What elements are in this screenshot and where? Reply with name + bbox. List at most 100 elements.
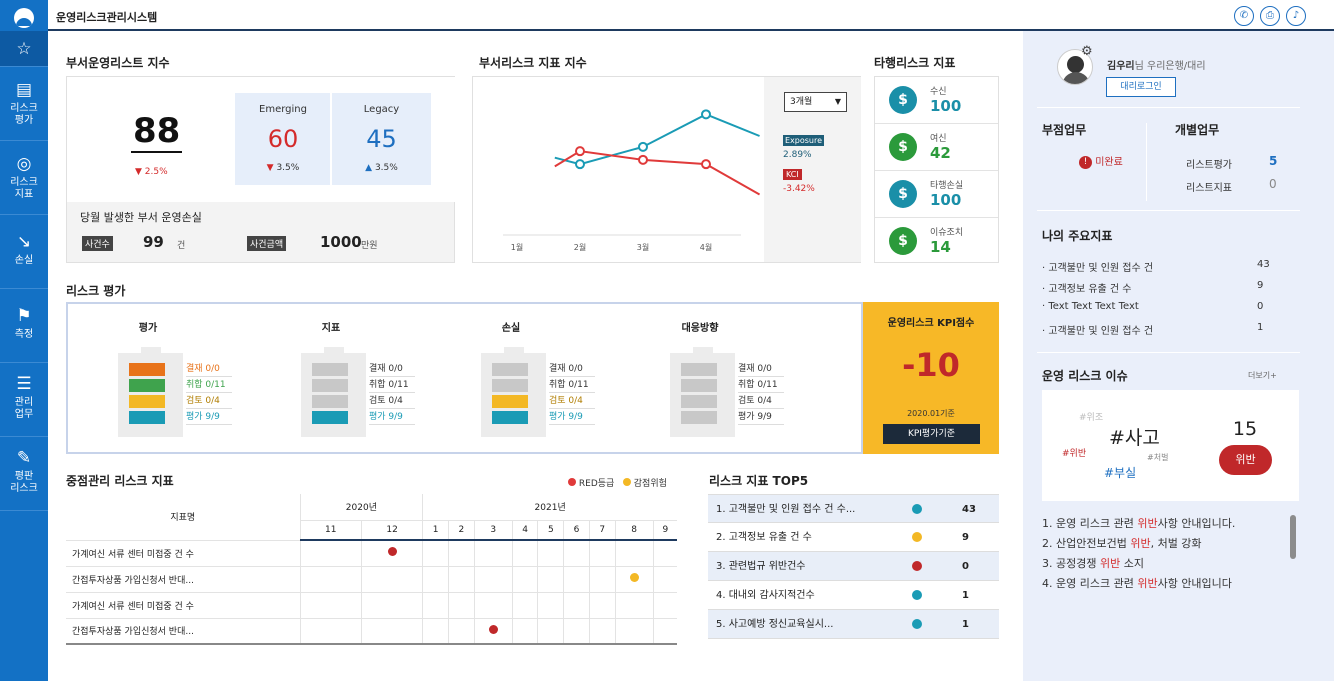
heatmap-cell bbox=[511, 539, 539, 567]
month-header: 1 bbox=[422, 519, 449, 541]
battery-segment bbox=[681, 395, 717, 408]
heatmap-cell bbox=[422, 617, 449, 645]
tag-violation[interactable]: #위반 bbox=[1062, 446, 1086, 459]
month-header: 2 bbox=[447, 519, 475, 541]
month-header: 3 bbox=[473, 519, 513, 541]
status-dot bbox=[912, 561, 922, 571]
tag-penalty[interactable]: #처벌 bbox=[1147, 452, 1168, 463]
issue-highlight: 위반 bbox=[1130, 537, 1151, 550]
other-risk-label: 타행손실 bbox=[930, 181, 964, 191]
heatmap-cell bbox=[614, 617, 654, 645]
focus-kri-title: 중점관리 리스크 지표 bbox=[66, 474, 174, 488]
logo[interactable] bbox=[14, 8, 34, 28]
top5-row[interactable]: 3. 관련법규 위반건수 0 bbox=[708, 552, 999, 581]
col-header: 지표명 bbox=[66, 494, 301, 541]
proxy-login-button[interactable]: 대리로그인 bbox=[1106, 77, 1176, 97]
my-kri-label[interactable]: · 고객불만 및 인원 접수 건 bbox=[1042, 322, 1153, 337]
red-grade-dot bbox=[568, 478, 576, 486]
sidebar-item-measure[interactable]: ⚑ 측정 bbox=[0, 290, 48, 363]
sidebar-item-mgmt[interactable]: ☰ 관리 업무 bbox=[0, 364, 48, 437]
sidebar-item-favorites[interactable]: ☆ bbox=[0, 31, 48, 67]
phone-icon[interactable]: ✆ bbox=[1234, 6, 1254, 26]
case-count-unit: 건 bbox=[177, 241, 186, 251]
top5-row[interactable]: 2. 고객정보 유출 건 수 9 bbox=[708, 523, 999, 552]
top5-name: 1. 고객불만 및 인원 접수 건 수... bbox=[716, 504, 856, 515]
data-point[interactable] bbox=[701, 109, 711, 120]
my-kri-label[interactable]: · 고객정보 유출 건 수 bbox=[1042, 280, 1132, 295]
other-risk-item[interactable]: $ 타행손실 100 bbox=[875, 171, 998, 218]
sidebar-item-risk-kri[interactable]: ◎ 리스크 지표 bbox=[0, 142, 48, 215]
focus-kri-table: 지표명 2020년 2021년 11 12 1 2 3 4 5 6 7 8 9 가계여신 서류 센터 미접중… bbox=[66, 494, 677, 645]
other-risk-value: 14 bbox=[930, 238, 951, 256]
issues-scrollbar[interactable] bbox=[1290, 515, 1296, 559]
issue-highlight: 위반 bbox=[1137, 577, 1158, 590]
kpi-criteria-button[interactable]: KPI평가기준 bbox=[883, 424, 980, 444]
data-point[interactable] bbox=[638, 154, 648, 165]
top5-row[interactable]: 1. 고객불만 및 인원 접수 건 수... 43 bbox=[708, 494, 999, 523]
issues-more-link[interactable]: 더보기+ bbox=[1248, 370, 1277, 381]
data-point[interactable] bbox=[575, 146, 585, 157]
print-icon[interactable]: ⎙ bbox=[1260, 6, 1280, 26]
top5-value: 9 bbox=[962, 532, 969, 543]
battery-segment bbox=[312, 363, 348, 376]
heatmap-cell bbox=[652, 565, 677, 593]
x-tick-label: 3월 bbox=[637, 242, 649, 252]
kpi-value: -10 bbox=[902, 346, 960, 384]
chevron-down-icon: ▼ bbox=[834, 97, 841, 106]
tag-insolvency[interactable]: #부실 bbox=[1104, 464, 1136, 481]
sidebar-item-risk-eval[interactable]: ▤ 리스크 평가 bbox=[0, 68, 48, 141]
personal-kri-label: 리스트지표 bbox=[1186, 183, 1232, 194]
dept-index-panel: 88 ▼ 2.5% Emerging 60 ▼ 3.5% Legacy 45 ▲… bbox=[66, 76, 455, 263]
tag-forgery[interactable]: #위조 bbox=[1079, 410, 1103, 423]
table-row[interactable]: 간접투자상품 가입신청서 반대... bbox=[66, 565, 677, 593]
heatmap-cell bbox=[588, 617, 616, 645]
gear-icon[interactable]: ⚙ bbox=[1081, 44, 1093, 59]
risk-eval-panel: 평가 결재 0/0 취합 0/11 검토 0/4 평가 9/9 지표 결재 0/0 취합 0/… bbox=[66, 302, 863, 454]
heatmap-cell bbox=[511, 591, 539, 619]
sidebar-item-loss[interactable]: ↘ 손실 bbox=[0, 216, 48, 289]
main-index-change: ▼ 2.5% bbox=[135, 167, 168, 177]
heatmap-cell bbox=[563, 539, 590, 567]
status-dot bbox=[912, 532, 922, 542]
other-risk-item[interactable]: $ 수신 100 bbox=[875, 77, 998, 124]
month-header: 5 bbox=[537, 519, 565, 541]
x-tick-label: 1월 bbox=[511, 242, 523, 252]
other-risk-item[interactable]: $ 여신 42 bbox=[875, 124, 998, 171]
data-point[interactable] bbox=[575, 159, 585, 170]
legacy-value: 45 bbox=[366, 125, 397, 153]
tag-accident[interactable]: #사고 bbox=[1109, 423, 1160, 450]
legend-exposure: Exposure bbox=[783, 135, 825, 146]
top5-row[interactable]: 4. 대내외 감사지적건수 1 bbox=[708, 581, 999, 610]
issue-item[interactable]: 1. 운영 리스크 관련 위반사항 안내입니다. bbox=[1042, 515, 1235, 531]
sidebar-item-reputation[interactable]: ✎ 평판 리스크 bbox=[0, 438, 48, 511]
top5-name: 2. 고객정보 유출 건 수 bbox=[716, 532, 812, 543]
my-kri-label[interactable]: · Text Text Text Text bbox=[1042, 301, 1139, 312]
top5-row[interactable]: 5. 사고예방 정신교육실시... 1 bbox=[708, 610, 999, 639]
table-row[interactable]: 간접투자상품 가입신청서 반대... bbox=[66, 617, 677, 645]
table-row[interactable]: 가계여신 서류 센터 미접중 건 수 bbox=[66, 539, 677, 567]
status-dot bbox=[912, 590, 922, 600]
case-count-label: 사건수 bbox=[82, 236, 113, 251]
star-list-icon: ☆ bbox=[16, 39, 32, 59]
emerging-label: Emerging bbox=[259, 104, 307, 115]
data-point[interactable] bbox=[701, 159, 711, 170]
issue-item[interactable]: 2. 산업안전보건법 위반, 처벌 강화 bbox=[1042, 535, 1202, 551]
heatmap-cell bbox=[299, 591, 362, 619]
my-kri-label[interactable]: · 고객불만 및 인원 접수 건 bbox=[1042, 259, 1153, 274]
battery-segment bbox=[312, 411, 348, 424]
period-select[interactable]: 3개월 ▼ bbox=[784, 92, 847, 112]
battery-segment bbox=[312, 379, 348, 392]
table-row[interactable]: 가계여신 서류 센터 미접중 건 수 bbox=[66, 591, 677, 619]
bell-icon[interactable]: ♪ bbox=[1286, 6, 1306, 26]
personal-eval-value[interactable]: 5 bbox=[1269, 154, 1277, 168]
personal-kri-value[interactable]: 0 bbox=[1269, 177, 1277, 191]
battery-segment bbox=[681, 379, 717, 392]
branch-work-status[interactable]: ! 미완료 bbox=[1079, 153, 1123, 169]
status-dot bbox=[387, 547, 397, 557]
top5-name: 5. 사고예방 정신교육실시... bbox=[716, 619, 834, 630]
data-point[interactable] bbox=[638, 141, 648, 152]
issue-item[interactable]: 4. 운영 리스크 관련 위반사항 안내입니다 bbox=[1042, 575, 1232, 591]
issue-item[interactable]: 3. 공정경쟁 위반 소지 bbox=[1042, 555, 1144, 571]
other-risk-item[interactable]: $ 이슈조치 14 bbox=[875, 218, 998, 265]
violation-badge[interactable]: 위반 bbox=[1219, 445, 1272, 475]
